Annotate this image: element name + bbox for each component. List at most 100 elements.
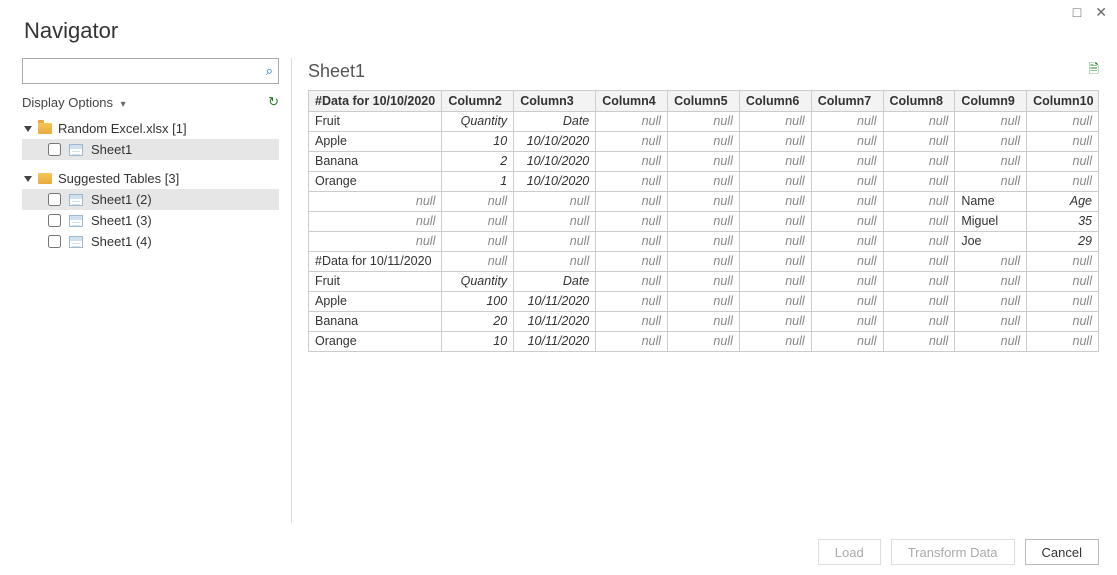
- table-cell[interactable]: null: [811, 271, 883, 291]
- table-cell[interactable]: null: [811, 151, 883, 171]
- table-cell[interactable]: null: [739, 251, 811, 271]
- table-cell[interactable]: null: [668, 271, 740, 291]
- table-cell[interactable]: Date: [514, 111, 596, 131]
- table-cell[interactable]: null: [811, 211, 883, 231]
- table-cell[interactable]: null: [596, 251, 668, 271]
- table-cell[interactable]: Apple: [309, 291, 442, 311]
- column-header[interactable]: Column2: [442, 91, 514, 111]
- cancel-button[interactable]: Cancel: [1025, 539, 1099, 565]
- table-cell[interactable]: null: [1027, 111, 1099, 131]
- search-input[interactable]: [22, 58, 279, 84]
- table-cell[interactable]: 100: [442, 291, 514, 311]
- table-cell[interactable]: null: [668, 131, 740, 151]
- table-cell[interactable]: null: [955, 151, 1027, 171]
- preview-refresh-icon[interactable]: 🗎: [1089, 60, 1099, 82]
- table-cell[interactable]: null: [811, 131, 883, 151]
- table-cell[interactable]: null: [596, 211, 668, 231]
- maximize-icon[interactable]: □: [1073, 4, 1081, 21]
- table-cell[interactable]: 10/10/2020: [514, 131, 596, 151]
- table-cell[interactable]: null: [811, 191, 883, 211]
- table-cell[interactable]: null: [955, 271, 1027, 291]
- table-cell[interactable]: 1: [442, 171, 514, 191]
- table-cell[interactable]: null: [739, 291, 811, 311]
- table-cell[interactable]: null: [514, 251, 596, 271]
- table-cell[interactable]: null: [514, 211, 596, 231]
- table-cell[interactable]: null: [739, 311, 811, 331]
- transform-data-button[interactable]: Transform Data: [891, 539, 1015, 565]
- table-cell[interactable]: null: [883, 151, 955, 171]
- table-cell[interactable]: Name: [955, 191, 1027, 211]
- table-cell[interactable]: null: [883, 271, 955, 291]
- table-cell[interactable]: null: [1027, 331, 1099, 351]
- table-cell[interactable]: 10/10/2020: [514, 151, 596, 171]
- table-cell[interactable]: null: [955, 331, 1027, 351]
- table-cell[interactable]: null: [309, 231, 442, 251]
- table-cell[interactable]: null: [955, 251, 1027, 271]
- tree-item-checkbox[interactable]: [48, 143, 61, 156]
- table-cell[interactable]: null: [739, 271, 811, 291]
- table-cell[interactable]: null: [883, 211, 955, 231]
- table-cell[interactable]: null: [883, 171, 955, 191]
- table-cell[interactable]: null: [811, 171, 883, 191]
- suggested-item-0[interactable]: Sheet1 (2): [22, 189, 279, 210]
- refresh-icon[interactable]: ↻: [268, 94, 279, 110]
- table-cell[interactable]: Banana: [309, 151, 442, 171]
- table-cell[interactable]: null: [811, 111, 883, 131]
- table-row[interactable]: Banana2010/11/2020nullnullnullnullnullnu…: [309, 311, 1099, 331]
- table-cell[interactable]: null: [668, 331, 740, 351]
- tree-group-file-header[interactable]: Random Excel.xlsx [1]: [22, 118, 279, 139]
- table-cell[interactable]: null: [883, 311, 955, 331]
- table-row[interactable]: nullnullnullnullnullnullnullnullNameAge: [309, 191, 1099, 211]
- tree-item-checkbox[interactable]: [48, 235, 61, 248]
- table-cell[interactable]: null: [1027, 291, 1099, 311]
- table-cell[interactable]: null: [1027, 251, 1099, 271]
- table-cell[interactable]: null: [955, 131, 1027, 151]
- table-cell[interactable]: null: [309, 191, 442, 211]
- table-cell[interactable]: null: [739, 131, 811, 151]
- column-header[interactable]: Column5: [668, 91, 740, 111]
- column-header[interactable]: Column10: [1027, 91, 1099, 111]
- search-icon[interactable]: ⌕: [266, 63, 273, 79]
- table-cell[interactable]: Apple: [309, 131, 442, 151]
- tree-item-checkbox[interactable]: [48, 214, 61, 227]
- table-cell[interactable]: 10/10/2020: [514, 171, 596, 191]
- table-row[interactable]: Orange1010/11/2020nullnullnullnullnullnu…: [309, 331, 1099, 351]
- table-cell[interactable]: Fruit: [309, 271, 442, 291]
- table-cell[interactable]: null: [596, 191, 668, 211]
- table-cell[interactable]: null: [309, 211, 442, 231]
- table-cell[interactable]: null: [739, 211, 811, 231]
- table-cell[interactable]: null: [668, 191, 740, 211]
- table-cell[interactable]: null: [596, 331, 668, 351]
- table-cell[interactable]: null: [739, 231, 811, 251]
- table-cell[interactable]: null: [811, 331, 883, 351]
- column-header[interactable]: Column8: [883, 91, 955, 111]
- table-cell[interactable]: null: [1027, 131, 1099, 151]
- suggested-item-1[interactable]: Sheet1 (3): [22, 210, 279, 231]
- table-row[interactable]: Apple10010/11/2020nullnullnullnullnullnu…: [309, 291, 1099, 311]
- file-item-0[interactable]: Sheet1: [22, 139, 279, 160]
- table-cell[interactable]: 10: [442, 331, 514, 351]
- table-cell[interactable]: null: [811, 291, 883, 311]
- table-cell[interactable]: Quantity: [442, 111, 514, 131]
- table-cell[interactable]: null: [739, 331, 811, 351]
- table-cell[interactable]: null: [955, 311, 1027, 331]
- table-cell[interactable]: #Data for 10/11/2020: [309, 251, 442, 271]
- table-cell[interactable]: null: [883, 111, 955, 131]
- table-cell[interactable]: null: [883, 251, 955, 271]
- table-row[interactable]: #Data for 10/11/2020nullnullnullnullnull…: [309, 251, 1099, 271]
- table-cell[interactable]: Age: [1027, 191, 1099, 211]
- table-cell[interactable]: 10/11/2020: [514, 331, 596, 351]
- table-cell[interactable]: null: [739, 191, 811, 211]
- table-cell[interactable]: null: [514, 191, 596, 211]
- table-cell[interactable]: null: [811, 251, 883, 271]
- table-cell[interactable]: null: [883, 131, 955, 151]
- table-cell[interactable]: null: [668, 151, 740, 171]
- table-cell[interactable]: null: [668, 211, 740, 231]
- table-cell[interactable]: null: [596, 271, 668, 291]
- table-cell[interactable]: 10/11/2020: [514, 291, 596, 311]
- tree-group-suggested-header[interactable]: Suggested Tables [3]: [22, 168, 279, 189]
- table-cell[interactable]: null: [883, 231, 955, 251]
- table-row[interactable]: nullnullnullnullnullnullnullnullMiguel35: [309, 211, 1099, 231]
- table-cell[interactable]: Date: [514, 271, 596, 291]
- table-cell[interactable]: null: [955, 291, 1027, 311]
